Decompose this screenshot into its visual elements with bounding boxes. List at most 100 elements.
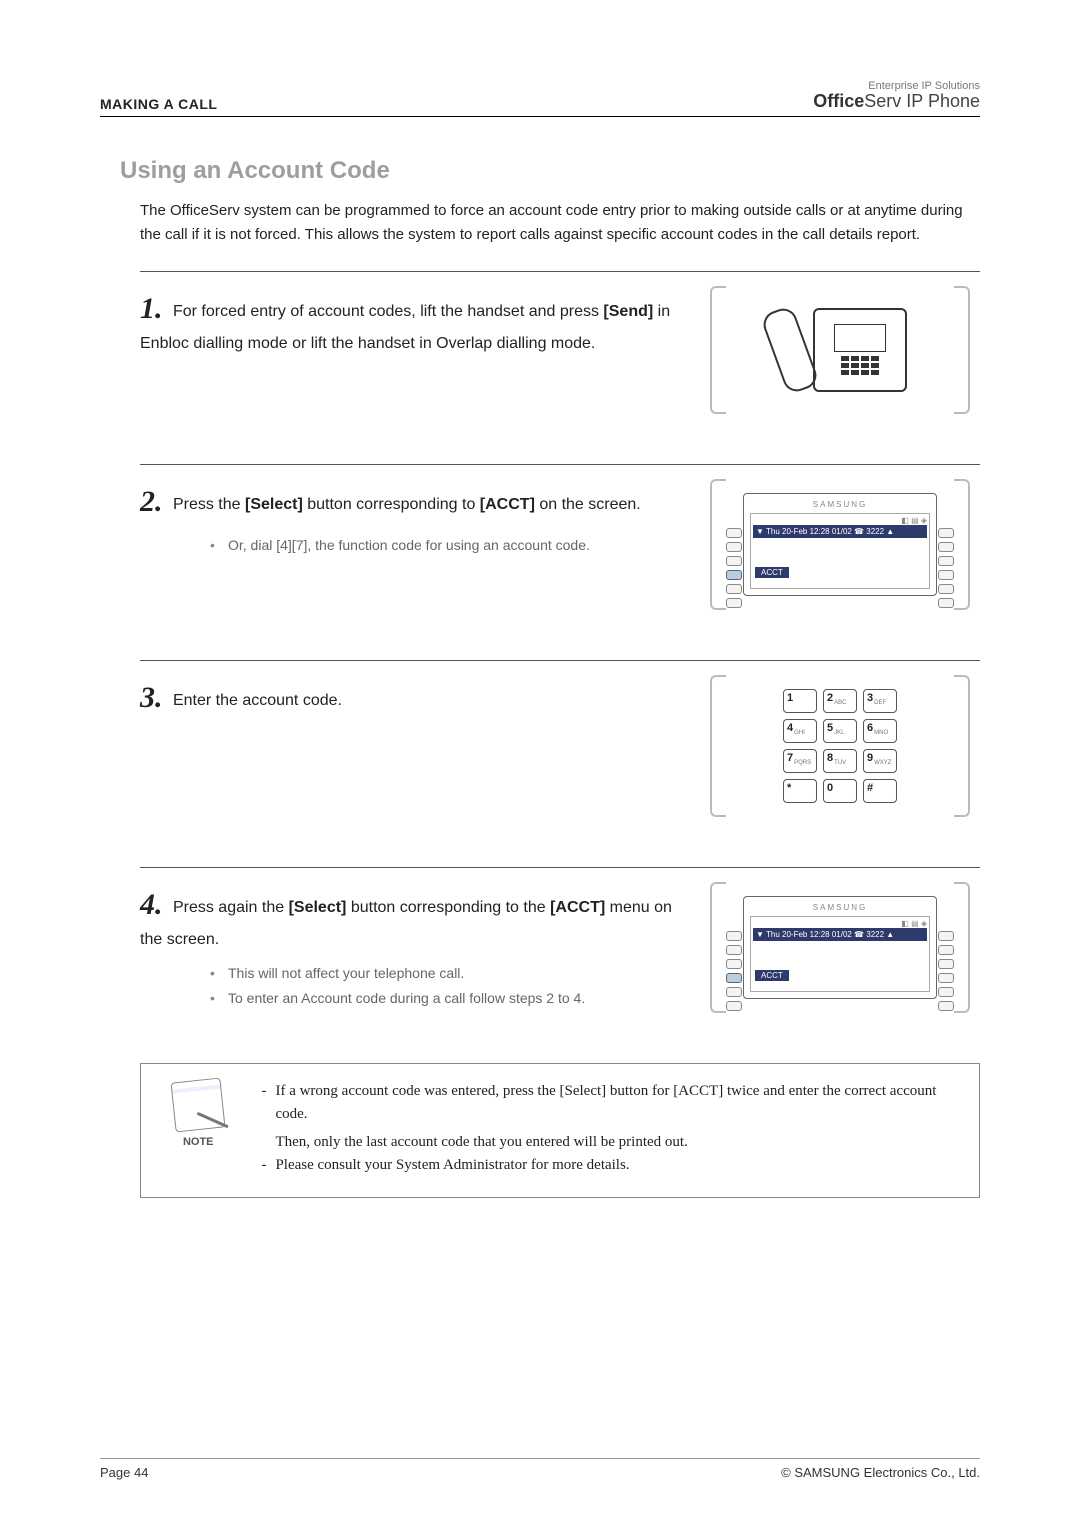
screen-illustration-frame: SAMSUNG ◧ ▤ ◈ ▼ Thu 20-Feb 12:28 01/02 ☎… bbox=[710, 479, 970, 610]
screen-brand: SAMSUNG bbox=[750, 903, 930, 912]
note-box: NOTE If a wrong account code was entered… bbox=[140, 1063, 980, 1198]
soft-button bbox=[938, 598, 954, 608]
brand-block: Enterprise IP Solutions OfficeServ IP Ph… bbox=[813, 80, 980, 112]
key-6: 6MNO bbox=[863, 719, 897, 743]
soft-button bbox=[938, 987, 954, 997]
notepad-icon bbox=[171, 1078, 226, 1133]
key-8: 8TUV bbox=[823, 749, 857, 773]
soft-button bbox=[726, 542, 742, 552]
key-star-label: * bbox=[787, 782, 791, 794]
page: MAKING A CALL Enterprise IP Solutions Of… bbox=[0, 0, 1080, 1526]
soft-button bbox=[726, 959, 742, 969]
soft-button bbox=[938, 556, 954, 566]
key-1-label: 1 bbox=[787, 692, 793, 704]
lcd-status-bar: ▼ Thu 20-Feb 12:28 01/02 ☎ 3222 ▲ bbox=[753, 525, 927, 538]
status-icons: ◧ ▤ ◈ bbox=[753, 516, 927, 525]
soft-button bbox=[726, 931, 742, 941]
step-2-mid: button corresponding to bbox=[303, 496, 480, 513]
soft-button bbox=[726, 945, 742, 955]
key-6-sub: MNO bbox=[874, 730, 888, 736]
key-hash-label: # bbox=[867, 782, 873, 794]
key-1: 1 bbox=[783, 689, 817, 713]
key-2-sub: ABC bbox=[834, 700, 846, 706]
key-0: 0 bbox=[823, 779, 857, 803]
lcd-status-bar: ▼ Thu 20-Feb 12:28 01/02 ☎ 3222 ▲ bbox=[753, 928, 927, 941]
step-2-post: on the screen. bbox=[535, 496, 641, 513]
key-7: 7PQRS bbox=[783, 749, 817, 773]
key-5-label: 5 bbox=[827, 722, 833, 734]
key-7-label: 7 bbox=[787, 752, 793, 764]
key-2: 2ABC bbox=[823, 689, 857, 713]
step-1-illustration bbox=[700, 286, 980, 414]
soft-button bbox=[726, 598, 742, 608]
phone-icon bbox=[760, 300, 920, 400]
screen-brand: SAMSUNG bbox=[750, 500, 930, 509]
note-line-1: If a wrong account code was entered, pre… bbox=[261, 1080, 957, 1127]
step-3-body: Enter the account code. bbox=[173, 692, 342, 709]
key-8-label: 8 bbox=[827, 752, 833, 764]
key-9-label: 9 bbox=[867, 752, 873, 764]
note-line-1b: Then, only the last account code that yo… bbox=[261, 1131, 957, 1154]
step-1-num: 1. bbox=[140, 292, 163, 325]
note-label: NOTE bbox=[163, 1134, 233, 1151]
keypad: 1 2ABC 3DEF 4GHI 5JKL 6MNO 7PQRS 8TUV 9W… bbox=[780, 689, 900, 803]
step-2-bold1: [Select] bbox=[245, 496, 303, 513]
soft-button bbox=[938, 959, 954, 969]
page-header: MAKING A CALL Enterprise IP Solutions Of… bbox=[100, 80, 980, 117]
note-body: If a wrong account code was entered, pre… bbox=[261, 1080, 957, 1181]
step-3-text: 3. Enter the account code. bbox=[140, 675, 676, 817]
phone-illustration-frame bbox=[710, 286, 970, 414]
step-1: 1. For forced entry of account codes, li… bbox=[140, 271, 980, 414]
phone-keypad-icon bbox=[841, 356, 879, 375]
soft-button bbox=[938, 528, 954, 538]
note-icon: NOTE bbox=[163, 1080, 233, 1151]
device-screen: SAMSUNG ◧ ▤ ◈ ▼ Thu 20-Feb 12:28 01/02 ☎… bbox=[743, 896, 937, 999]
soft-button bbox=[726, 584, 742, 594]
step-2-bold2: [ACCT] bbox=[480, 496, 535, 513]
phone-base-icon bbox=[813, 308, 907, 392]
soft-button bbox=[726, 556, 742, 566]
soft-button bbox=[726, 987, 742, 997]
soft-buttons-left bbox=[726, 528, 742, 608]
step-4: 4. Press again the [Select] button corre… bbox=[140, 867, 980, 1013]
soft-button bbox=[938, 570, 954, 580]
step-2-pre: Press the bbox=[173, 496, 245, 513]
step-4-illustration: SAMSUNG ◧ ▤ ◈ ▼ Thu 20-Feb 12:28 01/02 ☎… bbox=[700, 882, 980, 1013]
lcd: ◧ ▤ ◈ ▼ Thu 20-Feb 12:28 01/02 ☎ 3222 ▲ … bbox=[750, 916, 930, 992]
step-4-num: 4. bbox=[140, 888, 163, 921]
soft-button bbox=[938, 931, 954, 941]
lcd-acct-label: ACCT bbox=[755, 970, 789, 981]
keypad-illustration-frame: 1 2ABC 3DEF 4GHI 5JKL 6MNO 7PQRS 8TUV 9W… bbox=[710, 675, 970, 817]
step-4-text: 4. Press again the [Select] button corre… bbox=[140, 882, 676, 1013]
key-4-label: 4 bbox=[787, 722, 793, 734]
key-3-sub: DEF bbox=[874, 700, 886, 706]
soft-buttons-left bbox=[726, 931, 742, 1011]
soft-button bbox=[938, 1001, 954, 1011]
key-5: 5JKL bbox=[823, 719, 857, 743]
step-4-bullets: This will not affect your telephone call… bbox=[210, 963, 676, 1009]
step-1-text: 1. For forced entry of account codes, li… bbox=[140, 286, 676, 414]
section-title: Using an Account Code bbox=[120, 157, 980, 185]
soft-button bbox=[938, 542, 954, 552]
step-1-pre: For forced entry of account codes, lift … bbox=[173, 303, 603, 320]
soft-button-highlight bbox=[726, 973, 742, 983]
soft-buttons-right bbox=[938, 931, 954, 1011]
page-number: Page 44 bbox=[100, 1465, 148, 1480]
brand-suffix: IP Phone bbox=[901, 91, 980, 111]
step-4-pre: Press again the bbox=[173, 899, 289, 916]
lcd-acct-label: ACCT bbox=[755, 567, 789, 578]
step-2-text: 2. Press the [Select] button correspondi… bbox=[140, 479, 676, 610]
key-4: 4GHI bbox=[783, 719, 817, 743]
soft-button bbox=[726, 1001, 742, 1011]
page-footer: Page 44 © SAMSUNG Electronics Co., Ltd. bbox=[100, 1458, 980, 1480]
step-3: 3. Enter the account code. 1 2ABC 3DEF 4… bbox=[140, 660, 980, 817]
key-6-label: 6 bbox=[867, 722, 873, 734]
note-line-2: Please consult your System Administrator… bbox=[261, 1154, 957, 1177]
key-star: * bbox=[783, 779, 817, 803]
step-3-num: 3. bbox=[140, 681, 163, 714]
lcd: ◧ ▤ ◈ ▼ Thu 20-Feb 12:28 01/02 ☎ 3222 ▲ … bbox=[750, 513, 930, 589]
key-3: 3DEF bbox=[863, 689, 897, 713]
soft-button bbox=[938, 945, 954, 955]
step-2-bullets: Or, dial [4][7], the function code for u… bbox=[210, 535, 676, 556]
soft-buttons-right bbox=[938, 528, 954, 608]
